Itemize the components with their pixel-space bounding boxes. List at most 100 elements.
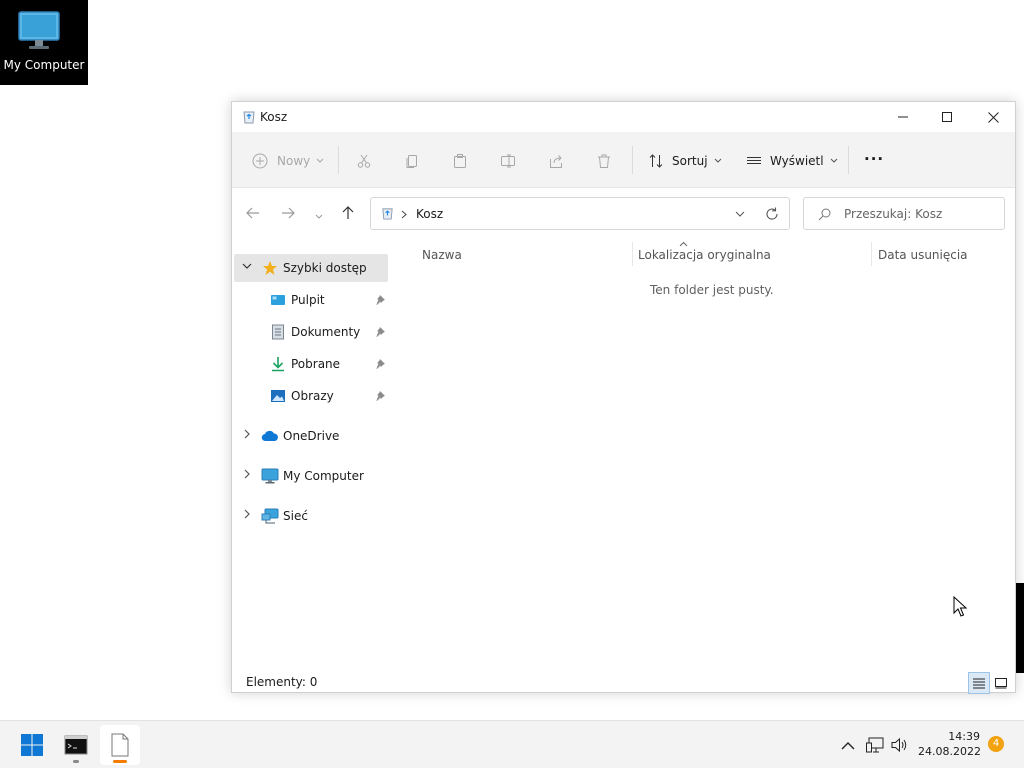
sort-button[interactable]: Sortuj (648, 150, 722, 172)
more-options-button[interactable]: ··· (864, 148, 884, 170)
pin-icon (376, 327, 385, 337)
notification-badge[interactable]: 4 (988, 736, 1004, 752)
active-indicator (113, 760, 127, 763)
minimize-icon (898, 116, 908, 118)
toolbar-separator (632, 146, 633, 174)
copy-button[interactable] (404, 150, 420, 172)
desktop-folder-icon (271, 295, 285, 305)
details-view-icon (973, 678, 985, 689)
chevron-right-icon[interactable] (242, 429, 252, 439)
desktop-icon-my-computer[interactable]: My Computer (0, 0, 88, 85)
sidebar-item-label: Pulpit (291, 293, 325, 307)
show-hidden-icons-button[interactable] (838, 735, 858, 755)
maximize-button[interactable] (924, 102, 970, 132)
start-button[interactable] (12, 725, 52, 765)
chevron-down-icon (830, 158, 837, 163)
sidebar-item-network[interactable]: Sieć (234, 502, 388, 530)
recycle-bin-icon (382, 208, 393, 220)
close-button[interactable] (970, 102, 1016, 132)
new-button[interactable]: Nowy (252, 150, 324, 172)
close-icon (987, 111, 999, 123)
minimize-button[interactable] (880, 102, 926, 132)
maximize-icon (942, 112, 952, 122)
sidebar-item-documents[interactable]: Dokumenty (234, 318, 388, 346)
column-header-date-deleted[interactable]: Data usunięcia (878, 248, 968, 262)
toolbar-separator (848, 146, 849, 174)
address-history-chevron-icon[interactable] (735, 211, 745, 218)
column-divider[interactable] (632, 242, 633, 266)
column-header-name[interactable]: Nazwa (422, 248, 462, 262)
terminal-icon (64, 735, 88, 755)
tiles-view-button[interactable] (990, 672, 1012, 694)
arrow-up-icon (342, 206, 354, 219)
background-window-edge (1016, 583, 1024, 673)
file-icon (111, 733, 129, 757)
taskbar: 14:39 24.08.2022 4 (0, 720, 1024, 768)
speaker-icon (891, 737, 907, 753)
status-bar: Elementy: 0 (232, 670, 1015, 694)
plus-circle-icon (252, 153, 268, 169)
clock-date: 24.08.2022 (918, 745, 981, 758)
view-button[interactable]: Wyświetl (746, 150, 838, 172)
trash-icon (598, 154, 610, 168)
navigation-bar: Kosz Przeszukaj: Kosz (232, 188, 1015, 240)
sidebar-item-downloads[interactable]: Pobrane (234, 350, 388, 378)
pictures-icon (271, 390, 285, 402)
chevron-down-icon (316, 158, 324, 163)
refresh-icon[interactable] (765, 207, 779, 221)
column-header-location[interactable]: Lokalizacja oryginalna (638, 248, 771, 262)
sort-ascending-icon (679, 241, 688, 247)
column-divider[interactable] (871, 242, 872, 266)
address-bar[interactable]: Kosz (370, 197, 790, 230)
item-count: Elementy: 0 (246, 675, 318, 689)
search-icon (818, 208, 831, 221)
sidebar-item-quick-access[interactable]: Szybki dostęp (234, 254, 388, 282)
sidebar-item-pictures[interactable]: Obrazy (234, 382, 388, 410)
chevron-right-icon[interactable] (242, 509, 252, 519)
rename-icon (501, 154, 515, 168)
taskbar-explorer-button[interactable] (100, 725, 140, 765)
toolbar-separator (338, 146, 339, 174)
download-icon (272, 357, 284, 372)
pin-icon (376, 295, 385, 305)
sidebar-item-onedrive[interactable]: OneDrive (234, 422, 388, 450)
pin-icon (376, 391, 385, 401)
running-indicator (73, 760, 79, 763)
computer-icon (261, 468, 279, 484)
delete-button[interactable] (596, 150, 612, 172)
computer-icon (18, 11, 60, 49)
recycle-bin-icon (243, 111, 255, 124)
taskbar-terminal-button[interactable] (56, 725, 96, 765)
title-bar[interactable]: Kosz (232, 102, 1015, 132)
network-status-button[interactable] (865, 735, 885, 755)
recent-locations-button[interactable] (315, 209, 323, 223)
paste-button[interactable] (452, 150, 468, 172)
search-placeholder: Przeszukaj: Kosz (844, 207, 943, 221)
file-list[interactable]: Nazwa Lokalizacja oryginalna Data usunię… (392, 240, 1015, 768)
volume-button[interactable] (890, 735, 910, 755)
sidebar-item-label: Dokumenty (291, 325, 361, 339)
navigation-pane: Szybki dostęp Pulpit Dokumenty Pobrane O… (232, 240, 392, 660)
sidebar-item-label: Pobrane (291, 357, 341, 371)
clock[interactable]: 14:39 24.08.2022 (918, 729, 981, 759)
forward-button[interactable] (281, 206, 295, 223)
sidebar-item-my-computer[interactable]: My Computer (234, 462, 388, 490)
search-box[interactable]: Przeszukaj: Kosz (803, 197, 1005, 230)
explorer-window: Kosz Nowy Sortuj Wyświetl ··· Kosz Przes… (231, 101, 1016, 768)
sidebar-item-desktop[interactable]: Pulpit (234, 286, 388, 314)
rename-button[interactable] (500, 150, 516, 172)
details-view-button[interactable] (968, 672, 990, 694)
up-button[interactable] (341, 206, 355, 223)
copy-icon (406, 155, 417, 168)
window-title: Kosz (260, 110, 288, 124)
share-button[interactable] (548, 150, 564, 172)
breadcrumb-item[interactable]: Kosz (416, 207, 443, 221)
back-button[interactable] (246, 206, 260, 223)
chevron-right-icon[interactable] (242, 469, 252, 479)
sidebar-item-label: Szybki dostęp (283, 261, 367, 275)
sidebar-item-label: OneDrive (283, 429, 340, 443)
chevron-down-icon[interactable] (242, 261, 252, 271)
arrow-left-icon (246, 207, 259, 219)
cut-button[interactable] (356, 150, 372, 172)
command-bar: Nowy Sortuj Wyświetl ··· (232, 132, 1015, 188)
